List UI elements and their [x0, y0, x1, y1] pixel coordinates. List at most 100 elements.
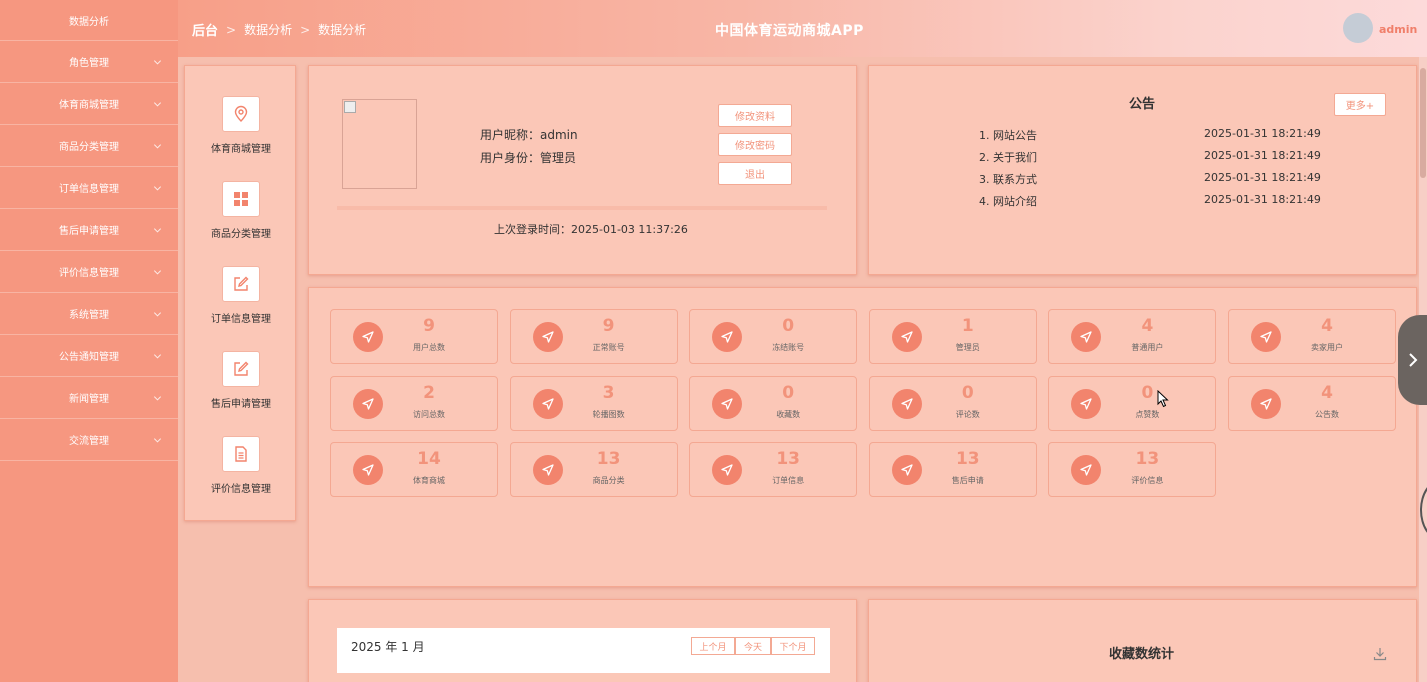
shortcut-item[interactable]: 评价信息管理 — [185, 436, 297, 495]
chevron-down-icon — [153, 350, 162, 359]
send-icon — [1071, 388, 1102, 419]
sidebar-item[interactable]: 公告通知管理 — [0, 335, 178, 377]
sidebar: 数据分析 角色管理体育商城管理 商品分类管理 订单信息管理售后申请管理评价信息管理 系统… — [0, 0, 178, 682]
sidebar-item-label: 评价信息管理 — [59, 268, 119, 279]
send-icon — [891, 322, 922, 352]
breadcrumb-item[interactable]: 数据分析 — [244, 21, 292, 38]
stat-card[interactable]: 13 售后申请 — [868, 442, 1037, 497]
more-notices-button[interactable]: 更多+ — [1334, 93, 1386, 116]
stat-label: 收藏数 — [776, 409, 801, 419]
sidebar-item[interactable]: 交流管理 — [0, 419, 178, 461]
stat-card[interactable]: 0 冻结账号 — [689, 309, 858, 364]
chart-title: 收藏数统计 — [1109, 647, 1175, 662]
scrollbar-thumb[interactable] — [1420, 68, 1426, 178]
shortcut-item[interactable]: 商品分类管理 — [185, 181, 297, 240]
download-icon[interactable] — [1373, 646, 1387, 665]
breadcrumb: 后台 > 数据分析 > 数据分析 — [192, 20, 366, 40]
stat-value: 14 — [417, 449, 441, 469]
user-role: 用户身份：管理员 — [480, 151, 577, 165]
chevron-down-icon — [153, 224, 162, 233]
send-icon — [353, 455, 383, 485]
sidebar-item-label: 体育商城管理 — [59, 100, 119, 111]
notice-item-title[interactable]: 1. 网站公告 — [979, 127, 1037, 143]
stat-card[interactable]: 1 管理员 — [868, 309, 1037, 364]
shortcut-panel: 体育商城管理 商品分类管理订单信息管理售后申请管理 评价信息管理 — [184, 65, 296, 521]
stat-card[interactable]: 4 卖家用户 — [1228, 309, 1396, 364]
sidebar-item[interactable]: 角色管理 — [0, 41, 178, 83]
notice-item-date: 2025-01-31 18:21:49 — [1204, 193, 1321, 206]
breadcrumb-home[interactable]: 后台 — [192, 20, 218, 39]
stat-card[interactable]: 13 评价信息 — [1048, 442, 1217, 497]
prev-month-button[interactable]: 上个月 — [691, 637, 735, 655]
stat-card[interactable]: 13 商品分类 — [509, 442, 678, 497]
sidebar-item[interactable]: 评价信息管理 — [0, 251, 178, 293]
user-info-panel: 用户昵称：admin 用户身份：管理员 修改资料 修改密码 退出 上次登录时间：… — [308, 65, 857, 275]
stat-card[interactable]: 3 轮播图数 — [509, 375, 678, 431]
notice-item-title[interactable]: 4. 网站介绍 — [979, 193, 1037, 209]
stat-card[interactable]: 4 公告数 — [1228, 375, 1396, 431]
stat-value: 13 — [1135, 449, 1160, 469]
notice-item-title[interactable]: 2. 关于我们 — [979, 149, 1037, 165]
edit-profile-button[interactable]: 修改资料 — [718, 104, 792, 127]
stat-label: 正常账号 — [592, 343, 625, 352]
stat-value: 4 — [1321, 382, 1333, 403]
favorites-chart-panel: 收藏数统计 — [868, 599, 1417, 682]
stat-card[interactable]: 4 普通用户 — [1048, 309, 1217, 364]
notice-panel: 公告 更多+ 1. 网站公告 2025-01-31 18:21:49 2. 关于我们… — [868, 65, 1417, 275]
stat-card[interactable]: 9 正常账号 — [509, 309, 678, 364]
sidebar-item[interactable]: 系统管理 — [0, 293, 178, 335]
sidebar-item-label: 系统管理 — [69, 310, 109, 321]
shortcut-item[interactable]: 体育商城管理 — [185, 96, 297, 155]
sidebar-item[interactable]: 售后申请管理 — [0, 209, 178, 251]
notice-item-title[interactable]: 3. 联系方式 — [979, 171, 1037, 187]
sidebar-item-label: 商品分类管理 — [59, 142, 119, 153]
chevron-down-icon — [153, 266, 162, 275]
stat-card[interactable]: 13 订单信息 — [689, 442, 858, 497]
send-icon — [1251, 322, 1281, 352]
change-password-button[interactable]: 修改密码 — [718, 133, 792, 156]
calendar-panel: 2025 年 1 月 上个月 今天 下个月 — [308, 599, 857, 682]
sidebar-item[interactable]: 商品分类管理 — [0, 125, 178, 167]
next-month-button[interactable]: 下个月 — [771, 637, 815, 655]
sidebar-item[interactable]: 新闻管理 — [0, 377, 178, 419]
stat-card[interactable]: 14 体育商城 — [330, 442, 498, 497]
shortcut-item[interactable]: 订单信息管理 — [185, 266, 297, 325]
notice-item-date: 2025-01-31 18:21:49 — [1204, 149, 1321, 162]
stat-card[interactable]: 0 评论数 — [868, 375, 1037, 431]
username[interactable]: admin — [1379, 23, 1417, 36]
shortcut-label: 订单信息管理 — [211, 314, 271, 325]
stat-card[interactable]: 0 点赞数 — [1048, 375, 1217, 431]
today-button[interactable]: 今天 — [735, 637, 771, 655]
stat-value: 0 — [782, 382, 795, 403]
sidebar-item[interactable]: 数据分析 — [0, 0, 178, 41]
avatar[interactable] — [1343, 13, 1373, 43]
stat-card[interactable]: 2 访问总数 — [330, 375, 498, 431]
chevron-down-icon — [153, 308, 162, 317]
stat-label: 售后申请 — [951, 476, 984, 485]
send-icon — [532, 388, 563, 419]
document-icon — [222, 436, 260, 472]
stat-card[interactable]: 9 用户总数 — [330, 309, 498, 364]
sidebar-item[interactable]: 体育商城管理 — [0, 83, 178, 125]
stat-label: 体育商城 — [413, 476, 445, 485]
sidebar-item-label: 订单信息管理 — [59, 184, 119, 195]
stat-label: 管理员 — [955, 343, 980, 352]
stat-label: 点赞数 — [1135, 409, 1160, 419]
stat-value: 13 — [596, 449, 621, 469]
send-icon — [1251, 388, 1281, 419]
stat-value: 1 — [961, 316, 974, 336]
stats-panel: 9 用户总数 9 正常账号 0 冻结账号 1 管理员 4 普通用户 4 卖家用户 2 访问总数 3 轮播图数 0… — [308, 287, 1417, 587]
shortcut-item[interactable]: 售后申请管理 — [185, 351, 297, 410]
edit-icon — [222, 351, 260, 387]
mouse-cursor — [1157, 389, 1169, 412]
send-icon — [532, 322, 563, 352]
send-icon — [1071, 455, 1102, 485]
stat-value: 3 — [602, 382, 615, 403]
stat-value: 9 — [423, 316, 435, 336]
breadcrumb-separator: > — [300, 22, 311, 37]
logout-button[interactable]: 退出 — [718, 162, 792, 185]
send-icon — [353, 388, 383, 419]
side-panel-toggle[interactable] — [1398, 315, 1427, 405]
stat-card[interactable]: 0 收藏数 — [689, 375, 858, 431]
sidebar-item[interactable]: 订单信息管理 — [0, 167, 178, 209]
